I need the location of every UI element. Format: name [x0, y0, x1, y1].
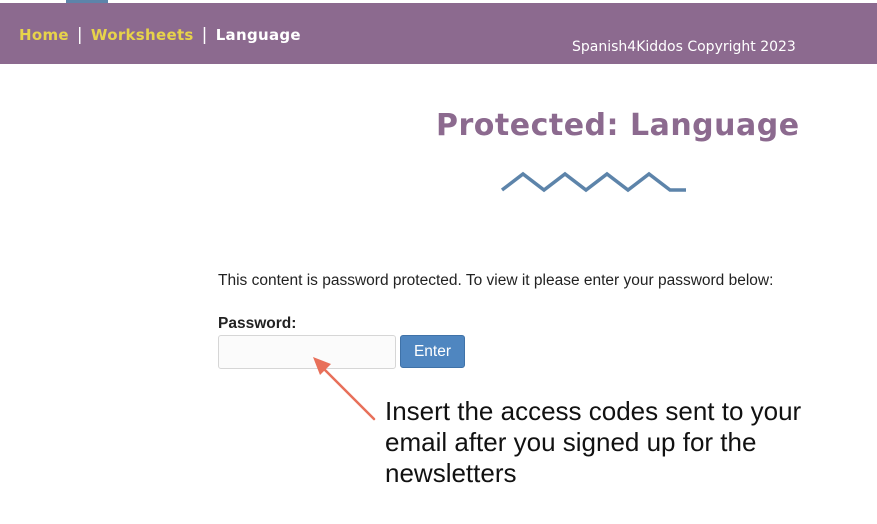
annotation-text: Insert the access codes sent to your ema…	[385, 396, 802, 488]
protected-message: This content is password protected. To v…	[218, 272, 774, 289]
nav-separator: |	[76, 25, 83, 45]
breadcrumb: Home | Worksheets | Language	[19, 25, 301, 45]
nav-link-home[interactable]: Home	[19, 26, 69, 44]
arrow-icon	[313, 357, 376, 421]
password-label: Password:	[218, 315, 297, 332]
navbar: Home | Worksheets | Language Spanish4Kid…	[0, 3, 877, 64]
enter-button[interactable]: Enter	[400, 335, 465, 368]
copyright-text: Spanish4Kiddos Copyright 2023	[572, 39, 796, 55]
page: Home | Worksheets | Language Spanish4Kid…	[0, 0, 877, 524]
nav-link-language[interactable]: Language	[216, 26, 301, 44]
nav-separator: |	[201, 25, 208, 45]
nav-link-worksheets[interactable]: Worksheets	[91, 26, 194, 44]
zigzag-divider	[500, 171, 686, 193]
page-title: Protected: Language	[436, 108, 800, 143]
